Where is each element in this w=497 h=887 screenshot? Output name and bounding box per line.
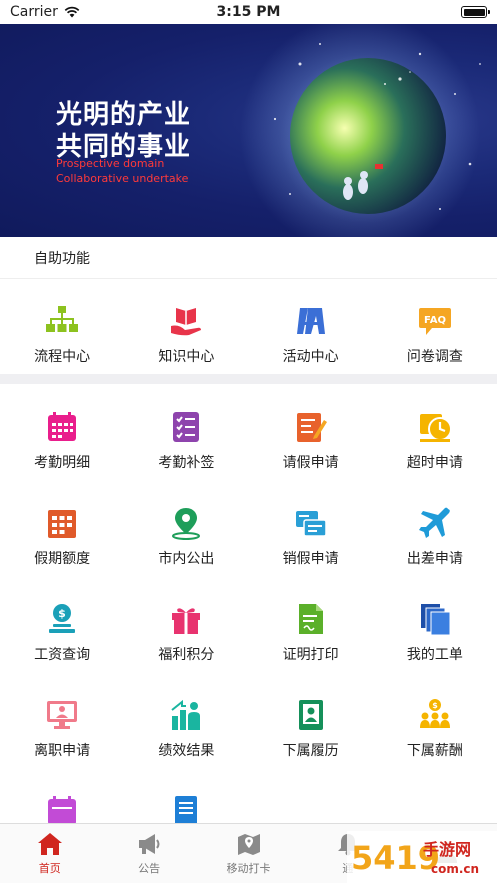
quick-item-knowledge-center[interactable]: 知识中心 [124, 304, 248, 366]
holiday-calendar-icon [45, 506, 79, 540]
watermark-overlay: 5419 手游网 com.cn [347, 823, 497, 883]
tab-announcements[interactable]: 公告 [99, 824, 198, 883]
grid-item-salary-query[interactable]: $ 工资查询 [0, 602, 124, 664]
grid-item-label: 销假申请 [283, 548, 339, 568]
section-title: 自助功能 [34, 248, 90, 268]
overtime-clock-icon [418, 410, 452, 444]
tab-mobile-checkin[interactable]: 移动打卡 [199, 824, 298, 883]
resign-monitor-icon [45, 698, 79, 732]
tab-label: 首页 [39, 860, 61, 876]
grid-row-2: 假期额度 市内公出 销假申请 出差申请 [0, 506, 497, 568]
grid-item-welfare-points[interactable]: 福利积分 [124, 602, 248, 664]
grid-row-3: $ 工资查询 福利积分 证明打印 我的工单 [0, 602, 497, 664]
grid-item-cancel-leave[interactable]: 销假申请 [249, 506, 373, 568]
megaphone-icon [136, 831, 162, 857]
grid-item-label: 下属履历 [283, 740, 339, 760]
quick-item-label: 问卷调查 [407, 346, 463, 366]
tab-home[interactable]: 首页 [0, 824, 99, 883]
carrier-label: Carrier [10, 4, 58, 20]
airplane-icon [418, 506, 452, 540]
grid-item-label: 超时申请 [407, 452, 463, 472]
quick-items-row: 流程中心 知识中心 活动中心 FAQ 问卷调查 [0, 304, 497, 366]
certificate-icon [294, 602, 328, 636]
grid-item-label: 请假申请 [283, 452, 339, 472]
banner[interactable]: 光明的产业 共同的事业 Prospective domain Collabora… [0, 24, 497, 237]
grid-item-overtime-request[interactable]: 超时申请 [373, 410, 497, 472]
leave-form-icon [294, 410, 328, 444]
grid-item-label: 下属薪酬 [407, 740, 463, 760]
grid-item-subordinate-resume[interactable]: 下属履历 [249, 698, 373, 760]
grid-item-label: 绩效结果 [158, 740, 214, 760]
home-icon [37, 831, 63, 857]
tab-label: 公告 [138, 860, 160, 876]
performance-icon [169, 698, 203, 732]
banner-subtitle-line2: Collaborative undertake [56, 172, 188, 185]
battery-icon [461, 6, 487, 18]
quick-item-survey[interactable]: FAQ 问卷调查 [373, 304, 497, 366]
wifi-icon [64, 6, 80, 18]
calendar-icon [45, 410, 79, 444]
status-bar: Carrier 3:15 PM [0, 0, 497, 24]
grid-item-label: 假期额度 [34, 548, 90, 568]
svg-text:$: $ [58, 607, 66, 620]
documents-icon [418, 602, 452, 636]
svg-text:$: $ [432, 701, 438, 710]
quick-item-label: 活动中心 [283, 346, 339, 366]
grid-row-4: 离职申请 绩效结果 下属履历 $ 下属薪酬 [0, 698, 497, 760]
watermark-logo: 5419 手游网 com.cn [347, 823, 497, 883]
grid-row-1: 考勤明细 考勤补签 请假申请 超时申请 [0, 410, 497, 472]
grid-item-label: 福利积分 [158, 644, 214, 664]
resume-icon [294, 698, 328, 732]
section-divider [0, 374, 497, 384]
quick-item-flow-center[interactable]: 流程中心 [0, 304, 124, 366]
map-pin-icon [169, 506, 203, 540]
grid-item-label: 市内公出 [158, 548, 214, 568]
grid-item-my-work-orders[interactable]: 我的工单 [373, 602, 497, 664]
tab-label: 移动打卡 [227, 860, 271, 876]
watermark-site-name: 手游网 [423, 840, 471, 859]
easel-icon [294, 304, 328, 338]
grid-item-label: 我的工单 [407, 644, 463, 664]
grid-item-attendance-makeup[interactable]: 考勤补签 [124, 410, 248, 472]
grid-item-attendance-detail[interactable]: 考勤明细 [0, 410, 124, 472]
grid-item-performance-results[interactable]: 绩效结果 [124, 698, 248, 760]
grid-item-label: 考勤补签 [158, 452, 214, 472]
map-checkin-icon [236, 831, 262, 857]
flowchart-icon [45, 304, 79, 338]
team-salary-icon: $ [418, 698, 452, 732]
watermark-domain: com.cn [431, 862, 479, 876]
grid-item-label: 工资查询 [34, 644, 90, 664]
grid-item-certificate-print[interactable]: 证明打印 [249, 602, 373, 664]
section-header: 自助功能 [0, 237, 497, 279]
grid-item-label: 考勤明细 [34, 452, 90, 472]
quick-item-label: 知识中心 [158, 346, 214, 366]
banner-subtitle-line1: Prospective domain [56, 157, 164, 170]
grid-item-business-trip[interactable]: 出差申请 [373, 506, 497, 568]
quick-item-label: 流程中心 [34, 346, 90, 366]
quick-item-activity-center[interactable]: 活动中心 [249, 304, 373, 366]
checklist-icon [169, 410, 203, 444]
status-left: Carrier [10, 4, 80, 20]
salary-coin-icon: $ [45, 602, 79, 636]
book-hand-icon [169, 304, 203, 338]
grid-item-label: 证明打印 [283, 644, 339, 664]
cancel-leave-icon [294, 506, 328, 540]
grid-item-holiday-quota[interactable]: 假期额度 [0, 506, 124, 568]
grid-item-label: 离职申请 [34, 740, 90, 760]
grid-item-label: 出差申请 [407, 548, 463, 568]
svg-text:FAQ: FAQ [424, 315, 446, 326]
gift-icon [169, 602, 203, 636]
grid-item-resignation[interactable]: 离职申请 [0, 698, 124, 760]
grid-item-leave-request[interactable]: 请假申请 [249, 410, 373, 472]
grid-item-local-business-trip[interactable]: 市内公出 [124, 506, 248, 568]
faq-icon: FAQ [418, 304, 452, 338]
grid-item-subordinate-salary[interactable]: $ 下属薪酬 [373, 698, 497, 760]
